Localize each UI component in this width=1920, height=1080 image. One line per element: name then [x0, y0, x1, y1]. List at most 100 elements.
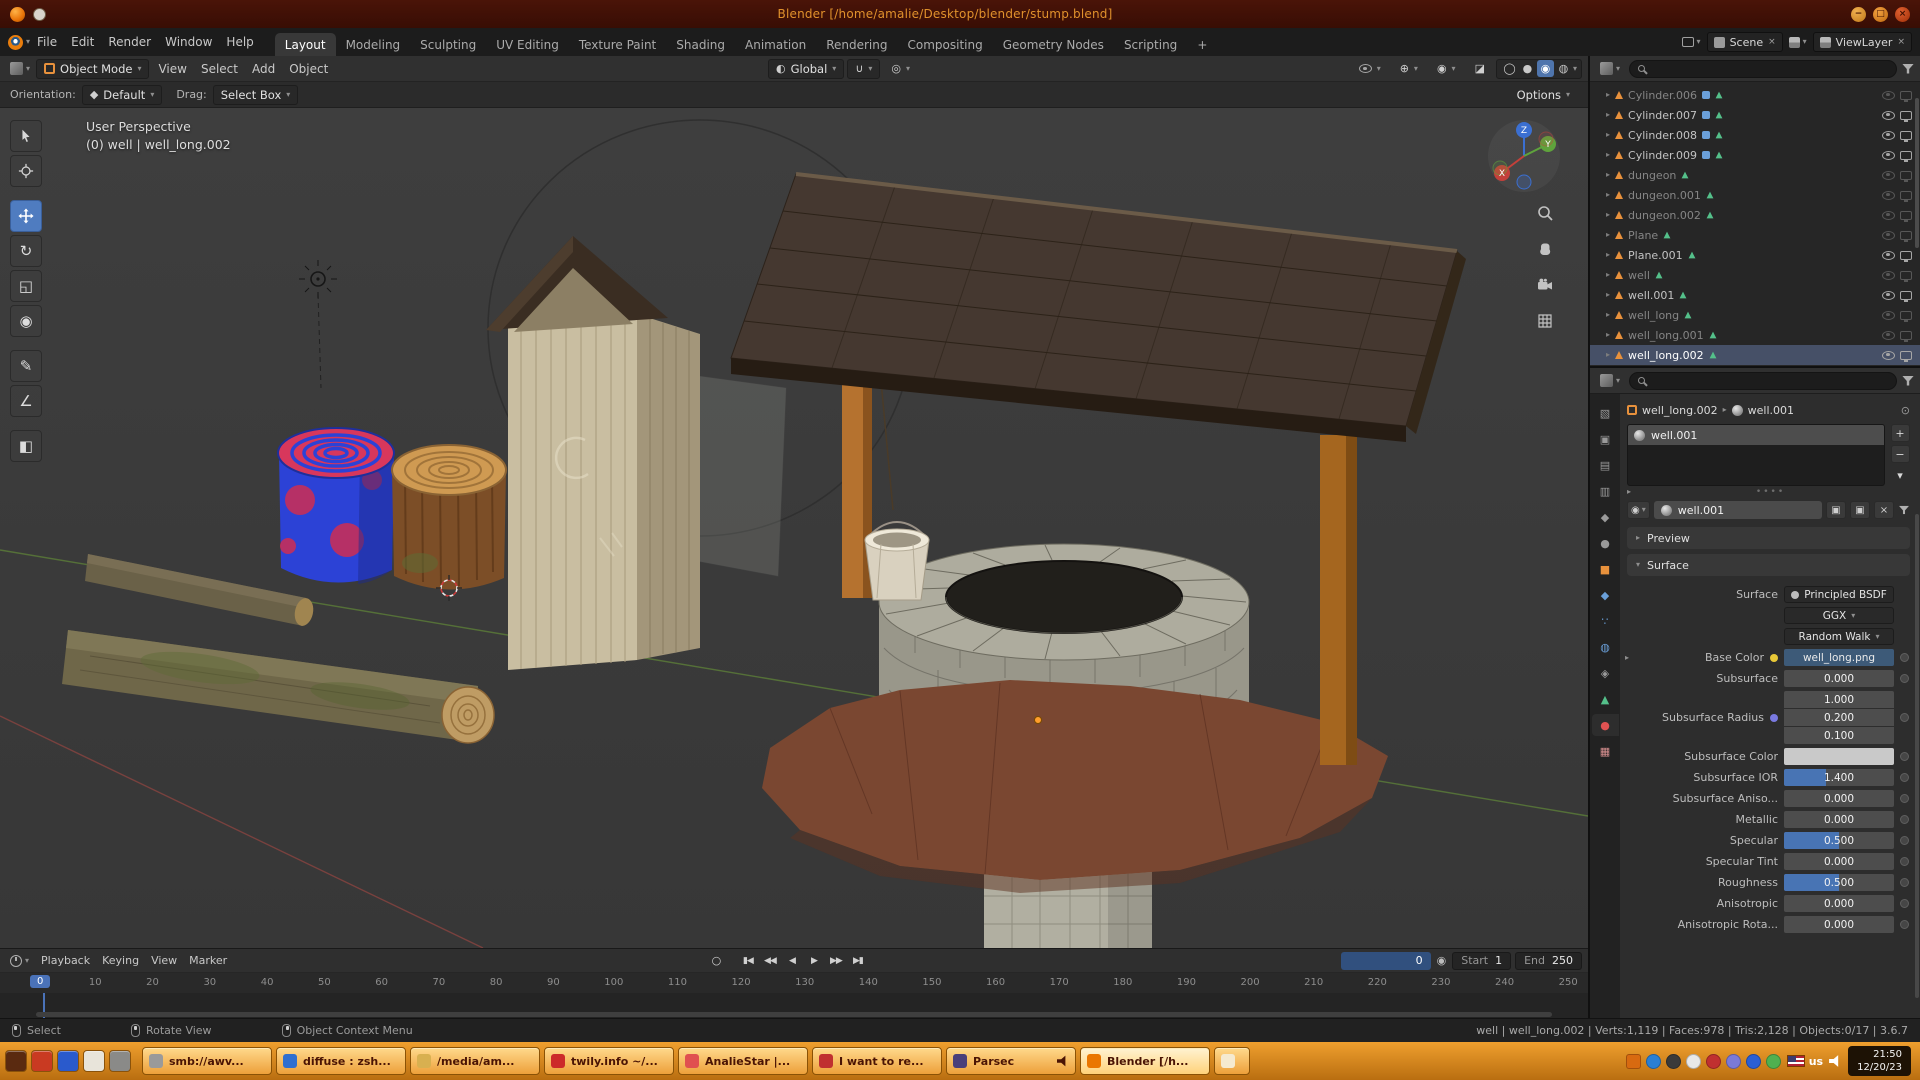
viewport-menu[interactable]: View [151, 56, 193, 81]
properties-tab[interactable]: ∵ [1592, 610, 1619, 632]
tray-icon[interactable] [1646, 1054, 1661, 1069]
expand-icon[interactable]: ▸ [1606, 211, 1610, 219]
viewlayer-unlink-icon[interactable]: × [1897, 37, 1905, 47]
transform-orientation-dropdown[interactable]: ◐Global▾ [768, 59, 844, 79]
outliner-item[interactable]: ▸ well [1590, 265, 1920, 285]
play-reverse-button[interactable]: ◀ [782, 952, 802, 970]
outliner-item[interactable]: ▸ well_long.001 [1590, 325, 1920, 345]
shading-material-preview-button[interactable]: ◉ [1537, 60, 1554, 77]
taskbar-launcher[interactable] [57, 1050, 79, 1072]
remove-material-slot-button[interactable]: − [1891, 445, 1910, 463]
specular-slider[interactable]: 0.500 [1784, 832, 1894, 849]
surface-panel-header[interactable]: ▾Surface [1627, 554, 1910, 576]
taskbar-window-button[interactable]: smb://awv... [142, 1047, 272, 1075]
menubar-menu[interactable]: Edit [64, 28, 101, 56]
roughness-slider[interactable]: 0.500 [1784, 874, 1894, 891]
subsurface-radius-z-field[interactable]: 0.100 [1784, 727, 1894, 744]
taskbar-launcher[interactable] [83, 1050, 105, 1072]
menubar-menu[interactable]: File [30, 28, 64, 56]
viewport-editor-icon[interactable]: ▾ [6, 62, 34, 75]
outliner-item[interactable]: ▸ well_long.002 [1590, 345, 1920, 365]
jump-to-start-button[interactable]: ▮◀ [738, 952, 758, 970]
properties-scrollbar[interactable] [1915, 514, 1919, 998]
shading-solid-button[interactable]: ● [1519, 60, 1536, 77]
proportional-editing-toggle[interactable]: ◎▾ [883, 59, 918, 79]
previous-keyframe-button[interactable]: ◀◀ [760, 952, 780, 970]
properties-tab[interactable]: ▣ [1592, 428, 1619, 450]
anisotropic-rotation-slider[interactable]: 0.000 [1784, 916, 1894, 933]
vector-link-icon[interactable] [1770, 714, 1778, 722]
workspace-tab[interactable]: Layout [275, 33, 336, 56]
tray-icon[interactable] [1686, 1054, 1701, 1069]
disable-in-render-icon[interactable] [1900, 211, 1912, 220]
tool-transform[interactable]: ◉ [10, 305, 42, 337]
material-filter-icon[interactable] [1899, 506, 1909, 515]
subsurface-radius-y-field[interactable]: 0.200 [1784, 709, 1894, 726]
breadcrumb-material[interactable]: well.001 [1748, 404, 1794, 417]
shading-wireframe-button[interactable]: ◯ [1501, 60, 1518, 77]
disable-in-render-icon[interactable] [1900, 111, 1912, 120]
drag-action-dropdown[interactable]: Select Box▾ [213, 85, 299, 105]
tool-select-box[interactable] [10, 120, 42, 152]
taskbar-window-button[interactable] [1214, 1047, 1250, 1075]
decorator[interactable] [1900, 674, 1910, 683]
properties-search[interactable] [1629, 372, 1897, 390]
pin-icon[interactable]: ⊙ [1901, 404, 1910, 417]
timeline-editor-icon[interactable]: ▾ [6, 955, 33, 967]
menubar-menu[interactable]: Render [101, 28, 158, 56]
decorator[interactable] [1900, 752, 1910, 761]
taskbar-launcher[interactable] [5, 1050, 27, 1072]
cloth-plane[interactable] [692, 376, 786, 576]
hide-in-viewport-icon[interactable] [1882, 251, 1895, 260]
tray-icon[interactable] [1726, 1054, 1741, 1069]
base-color-field[interactable]: well_long.png [1784, 649, 1894, 666]
tool-add-cube[interactable]: ◧ [10, 430, 42, 462]
hide-in-viewport-icon[interactable] [1882, 351, 1895, 360]
subsurface-slider[interactable]: 0.000 [1784, 670, 1894, 687]
menubar-menu[interactable]: Help [219, 28, 260, 56]
hide-in-viewport-icon[interactable] [1882, 91, 1895, 100]
next-keyframe-button[interactable]: ▶▶ [826, 952, 846, 970]
outliner-item[interactable]: ▸ Plane.001 [1590, 245, 1920, 265]
disable-in-render-icon[interactable] [1900, 251, 1912, 260]
disable-in-render-icon[interactable] [1900, 311, 1912, 320]
subsurface-radius-x-field[interactable]: 1.000 [1784, 691, 1894, 708]
overlays-dropdown[interactable]: ◉▾ [1429, 59, 1464, 79]
taskbar-window-button[interactable]: diffuse : zsh... [276, 1047, 406, 1075]
outliner-item[interactable]: ▸ dungeon.001 [1590, 185, 1920, 205]
workspace-tab[interactable]: Modeling [336, 33, 411, 56]
keyboard-layout-indicator[interactable]: us [1787, 1055, 1823, 1068]
decorator[interactable] [1900, 815, 1910, 824]
subsurface-ior-slider[interactable]: 1.400 [1784, 769, 1894, 786]
properties-tab[interactable]: ● [1592, 714, 1619, 736]
unlink-material-button[interactable]: × [1874, 501, 1894, 519]
taskbar-window-button[interactable]: twily.info ~/... [544, 1047, 674, 1075]
surface-shader-dropdown[interactable]: Principled BSDF [1784, 586, 1894, 603]
navigation-gizmo[interactable]: Z Y X [1486, 118, 1562, 197]
properties-tab[interactable]: ◆ [1592, 584, 1619, 606]
camera-view-icon[interactable] [1536, 276, 1554, 297]
properties-tab[interactable]: ■ [1592, 558, 1619, 580]
material-slots-list[interactable]: well.001 [1627, 424, 1885, 486]
taskbar-window-button[interactable]: Blender [/h... [1080, 1047, 1210, 1075]
shading-rendered-button[interactable]: ◍ [1555, 60, 1572, 77]
jump-to-end-button[interactable]: ▶▮ [848, 952, 868, 970]
expand-icon[interactable]: ▸ [1606, 331, 1610, 339]
properties-editor-icon[interactable]: ▾ [1596, 374, 1624, 387]
minimize-button[interactable]: − [1851, 7, 1866, 22]
zoom-icon[interactable] [1536, 204, 1554, 225]
expand-icon[interactable]: ▸ [1606, 151, 1610, 159]
expand-icon[interactable]: ▸ [1606, 311, 1610, 319]
hide-in-viewport-icon[interactable] [1882, 231, 1895, 240]
subsurface-color-swatch[interactable] [1784, 748, 1894, 765]
frame-end-field[interactable]: End250 [1515, 952, 1582, 970]
properties-tab[interactable]: ▧ [1592, 402, 1619, 424]
timeline-ruler[interactable]: 0102030405060708090100110120130140150160… [0, 973, 1588, 993]
workspace-tab[interactable]: Texture Paint [569, 33, 666, 56]
hide-in-viewport-icon[interactable] [1882, 171, 1895, 180]
decorator[interactable] [1900, 836, 1910, 845]
expand-icon[interactable]: ▸ [1606, 171, 1610, 179]
tool-scale[interactable]: ◱ [10, 270, 42, 302]
expand-icon[interactable]: ▸ [1606, 231, 1610, 239]
menubar-menu[interactable]: Window [158, 28, 219, 56]
